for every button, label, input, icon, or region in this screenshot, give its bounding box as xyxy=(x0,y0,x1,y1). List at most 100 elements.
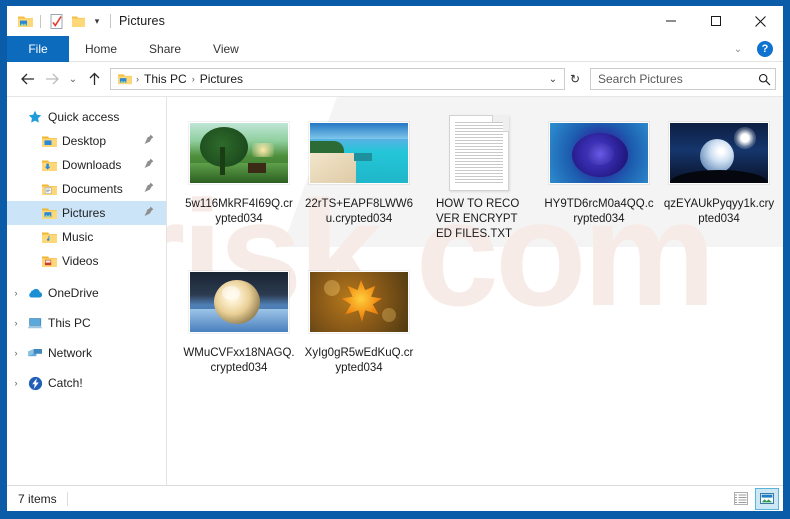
sidebar-item-label: Videos xyxy=(62,255,98,267)
refresh-button[interactable]: ↻ xyxy=(565,69,585,89)
thumbnail xyxy=(181,115,297,191)
help-button[interactable]: ? xyxy=(757,41,773,57)
file-name: HY9TD6rcM0a4QQ.crypted034 xyxy=(543,197,655,227)
customize-qat-chevron-icon[interactable]: ▾ xyxy=(89,10,105,32)
search-input[interactable]: Search Pictures xyxy=(590,68,776,90)
downloads-folder-icon xyxy=(39,157,59,173)
large-icons-view-button[interactable] xyxy=(755,488,779,510)
expander-icon[interactable]: › xyxy=(7,341,25,365)
up-button[interactable] xyxy=(82,67,106,91)
tab-file[interactable]: File xyxy=(7,36,69,62)
sidebar-item-quick-access[interactable]: ⱟ Quick access xyxy=(7,105,166,129)
file-name: qzEYAUkPyqyy1k.crypted034 xyxy=(663,197,775,227)
sidebar-item-label: This PC xyxy=(48,317,91,329)
properties-icon[interactable] xyxy=(45,10,67,32)
pictures-folder-icon[interactable] xyxy=(14,10,36,32)
maximize-button[interactable] xyxy=(693,6,738,36)
file-name: 22rTS+EAPF8LWW6u.crypted034 xyxy=(303,197,415,227)
documents-folder-icon xyxy=(39,181,59,197)
onedrive-cloud-icon xyxy=(25,285,45,301)
sidebar-item-network[interactable]: › Network xyxy=(7,341,166,365)
address-dropdown-chevron-icon[interactable]: ⌄ xyxy=(544,69,562,89)
pin-icon[interactable] xyxy=(144,134,154,148)
breadcrumb-pictures[interactable]: Pictures xyxy=(197,72,246,86)
file-item[interactable]: HOW TO RECOVER ENCRYPTED FILES.TXT xyxy=(419,111,539,242)
thumbnail xyxy=(421,115,537,191)
pin-icon[interactable] xyxy=(144,206,154,220)
file-grid: 5w116MkRF4I69Q.crypted034 22rTS+EAPF8LWW… xyxy=(167,97,783,398)
file-name: WMuCVFxx18NAGQ.crypted034 xyxy=(183,346,295,376)
pictures-folder-icon xyxy=(39,205,59,221)
breadcrumb-separator: › xyxy=(190,74,197,84)
explorer-body: ⱟ Quick access › Desktop xyxy=(7,96,783,485)
file-item[interactable]: HY9TD6rcM0a4QQ.crypted034 xyxy=(539,111,659,242)
tab-share[interactable]: Share xyxy=(133,36,197,62)
title-bar: ▾ Pictures xyxy=(7,6,783,36)
expander-icon: › xyxy=(21,201,39,225)
sidebar-item-label: Network xyxy=(48,347,92,359)
breadcrumb-this-pc[interactable]: This PC xyxy=(141,72,190,86)
sidebar-item-downloads[interactable]: › Downloads xyxy=(7,153,166,177)
sidebar-item-desktop[interactable]: › Desktop xyxy=(7,129,166,153)
file-item[interactable]: 22rTS+EAPF8LWW6u.crypted034 xyxy=(299,111,419,242)
blue-rose-thumbnail xyxy=(549,122,649,184)
qat-divider xyxy=(40,15,41,28)
file-list-pane[interactable]: risk.com 5w116MkRF4I69Q.crypted034 22rTS… xyxy=(167,97,783,485)
expander-icon: › xyxy=(21,177,39,201)
thumbnail xyxy=(541,115,657,191)
file-name: HOW TO RECOVER ENCRYPTED FILES.TXT xyxy=(434,197,524,242)
sidebar-item-catch[interactable]: › Catch! xyxy=(7,371,166,395)
back-button[interactable] xyxy=(16,67,40,91)
sidebar-item-label: Quick access xyxy=(48,111,119,123)
sidebar-item-label: Documents xyxy=(62,183,123,195)
breadcrumb: › This PC › Pictures xyxy=(116,72,544,86)
frozen-bubble-snow-thumbnail xyxy=(189,271,289,333)
expander-icon: › xyxy=(21,153,39,177)
window-title: Pictures xyxy=(119,14,165,28)
sidebar-item-music[interactable]: › Music xyxy=(7,225,166,249)
address-bar-row: ⌄ › This PC › Pictures ⌄ ↻ Search Pictur… xyxy=(7,62,783,96)
close-button[interactable] xyxy=(738,6,783,36)
forward-button[interactable] xyxy=(40,67,64,91)
minimize-button[interactable] xyxy=(648,6,693,36)
sidebar-item-videos[interactable]: › Videos xyxy=(7,249,166,273)
sidebar-item-this-pc[interactable]: › This PC xyxy=(7,311,166,335)
recent-locations-chevron-icon[interactable]: ⌄ xyxy=(64,67,82,91)
expander-icon[interactable]: ⱟ xyxy=(7,105,25,129)
quick-access-toolbar: ▾ Pictures xyxy=(7,10,165,32)
window-controls xyxy=(648,6,783,36)
new-folder-icon[interactable] xyxy=(67,10,89,32)
details-view-button[interactable] xyxy=(729,488,753,510)
sidebar-item-label: Music xyxy=(62,231,93,243)
item-count: 7 items xyxy=(18,492,57,506)
sidebar-item-pictures[interactable]: › Pictures xyxy=(7,201,166,225)
glass-sphere-moon-thumbnail xyxy=(669,122,769,184)
desktop-folder-icon xyxy=(39,133,59,149)
star-icon xyxy=(25,109,45,125)
window-inner: ▾ Pictures File Home Share View ⌄ ? ⌄ › … xyxy=(7,6,783,511)
file-item[interactable]: WMuCVFxx18NAGQ.crypted034 xyxy=(179,260,299,380)
expander-icon[interactable]: › xyxy=(7,311,25,335)
file-item[interactable]: XyIg0gR5wEdKuQ.crypted034 xyxy=(299,260,419,380)
pin-icon[interactable] xyxy=(144,158,154,172)
address-bar[interactable]: › This PC › Pictures ⌄ xyxy=(110,68,565,90)
expander-icon[interactable]: › xyxy=(7,371,25,395)
address-bar-right: ⌄ xyxy=(544,69,562,89)
expand-ribbon-chevron-icon[interactable]: ⌄ xyxy=(725,36,751,62)
search-icon[interactable] xyxy=(758,73,771,86)
tab-view[interactable]: View xyxy=(197,36,255,62)
network-icon xyxy=(25,345,45,361)
sidebar-item-label: Desktop xyxy=(62,135,106,147)
file-name: XyIg0gR5wEdKuQ.crypted034 xyxy=(303,346,415,376)
sidebar-item-onedrive[interactable]: › OneDrive xyxy=(7,281,166,305)
status-divider xyxy=(67,492,68,506)
expander-icon[interactable]: › xyxy=(7,281,25,305)
file-item[interactable]: 5w116MkRF4I69Q.crypted034 xyxy=(179,111,299,242)
breadcrumb-root-icon[interactable] xyxy=(116,73,134,85)
expander-icon: › xyxy=(21,225,39,249)
file-item[interactable]: qzEYAUkPyqyy1k.crypted034 xyxy=(659,111,779,242)
pin-icon[interactable] xyxy=(144,182,154,196)
sidebar-item-documents[interactable]: › Documents xyxy=(7,177,166,201)
tab-home[interactable]: Home xyxy=(69,36,133,62)
navigation-pane[interactable]: ⱟ Quick access › Desktop xyxy=(7,97,167,485)
